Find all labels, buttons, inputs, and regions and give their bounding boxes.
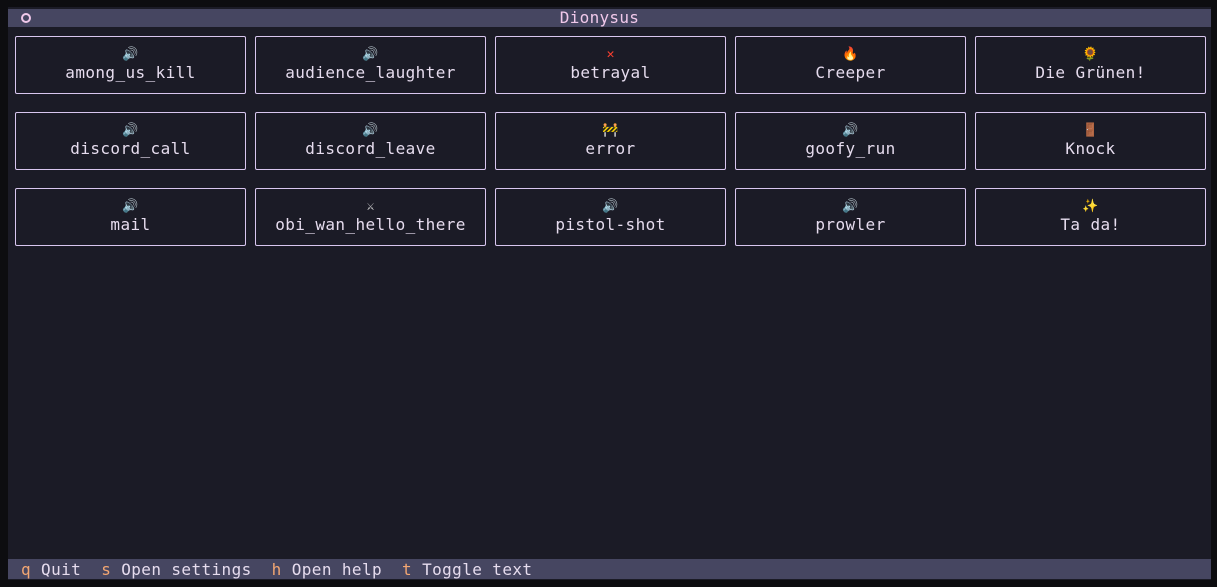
sparkles-icon: ✨ (1082, 199, 1099, 214)
shortcut-label-settings[interactable]: Open settings (121, 560, 251, 579)
sound-button-goofy-run[interactable]: 🔊 goofy_run (735, 112, 966, 170)
shortcut-key-settings[interactable]: s (101, 560, 111, 579)
title-bar: Dionysus (8, 9, 1211, 27)
shortcut-label-help[interactable]: Open help (292, 560, 382, 579)
shortcut-label-toggle-text[interactable]: Toggle text (422, 560, 532, 579)
crossed-swords-icon: ⚔ (366, 199, 375, 214)
sound-label: obi_wan_hello_there (275, 215, 466, 234)
sound-label: discord_leave (305, 139, 436, 158)
sound-label: Ta da! (1060, 215, 1121, 234)
speaker-icon: 🔊 (362, 123, 379, 138)
sound-button-error[interactable]: 🚧 error (495, 112, 726, 170)
sound-label: Knock (1065, 139, 1116, 158)
app-window: Dionysus 🔊 among_us_kill 🔊 audience_laug… (8, 7, 1211, 580)
sunflower-icon: 🌻 (1082, 47, 1099, 62)
sound-label: discord_call (70, 139, 191, 158)
sound-button-knock[interactable]: 🚪 Knock (975, 112, 1206, 170)
sound-button-pistol-shot[interactable]: 🔊 pistol-shot (495, 188, 726, 246)
sound-button-among-us-kill[interactable]: 🔊 among_us_kill (15, 36, 246, 94)
shortcut-key-quit[interactable]: q (21, 560, 31, 579)
sound-label: goofy_run (805, 139, 896, 158)
cross-icon: ✕ (606, 47, 615, 62)
speaker-icon: 🔊 (842, 123, 859, 138)
speaker-icon: 🔊 (122, 199, 139, 214)
speaker-icon: 🔊 (602, 199, 619, 214)
sound-label: mail (110, 215, 151, 234)
sound-button-creeper[interactable]: 🔥 Creeper (735, 36, 966, 94)
sound-button-prowler[interactable]: 🔊 prowler (735, 188, 966, 246)
status-bar: q Quit s Open settings h Open help t Toggle tex… (8, 559, 1211, 579)
shortcut-key-toggle-text[interactable]: t (402, 560, 412, 579)
sound-button-mail[interactable]: 🔊 mail (15, 188, 246, 246)
sound-label: pistol-shot (555, 215, 666, 234)
sound-label: Die Grünen! (1035, 63, 1146, 82)
sound-button-ta-da[interactable]: ✨ Ta da! (975, 188, 1206, 246)
sound-label: among_us_kill (65, 63, 196, 82)
sound-button-obi-wan-hello-there[interactable]: ⚔ obi_wan_hello_there (255, 188, 486, 246)
sound-button-discord-call[interactable]: 🔊 discord_call (15, 112, 246, 170)
fire-icon: 🔥 (842, 47, 859, 62)
sound-label: Creeper (815, 63, 886, 82)
speaker-icon: 🔊 (842, 199, 859, 214)
sound-label: audience_laughter (285, 63, 456, 82)
speaker-icon: 🔊 (122, 47, 139, 62)
sound-button-die-gruenen[interactable]: 🌻 Die Grünen! (975, 36, 1206, 94)
construction-barrier-icon: 🚧 (602, 123, 619, 138)
shortcut-key-help[interactable]: h (272, 560, 282, 579)
speaker-icon: 🔊 (362, 47, 379, 62)
sound-label: prowler (815, 215, 886, 234)
sound-button-betrayal[interactable]: ✕ betrayal (495, 36, 726, 94)
door-icon: 🚪 (1082, 123, 1099, 138)
speaker-icon: 🔊 (122, 123, 139, 138)
sound-button-audience-laughter[interactable]: 🔊 audience_laughter (255, 36, 486, 94)
sound-label: betrayal (570, 63, 651, 82)
sound-button-discord-leave[interactable]: 🔊 discord_leave (255, 112, 486, 170)
sound-grid: 🔊 among_us_kill 🔊 audience_laughter ✕ be… (15, 36, 1206, 246)
window-title: Dionysus (559, 8, 640, 27)
shortcut-label-quit[interactable]: Quit (41, 560, 81, 579)
sound-label: error (585, 139, 636, 158)
